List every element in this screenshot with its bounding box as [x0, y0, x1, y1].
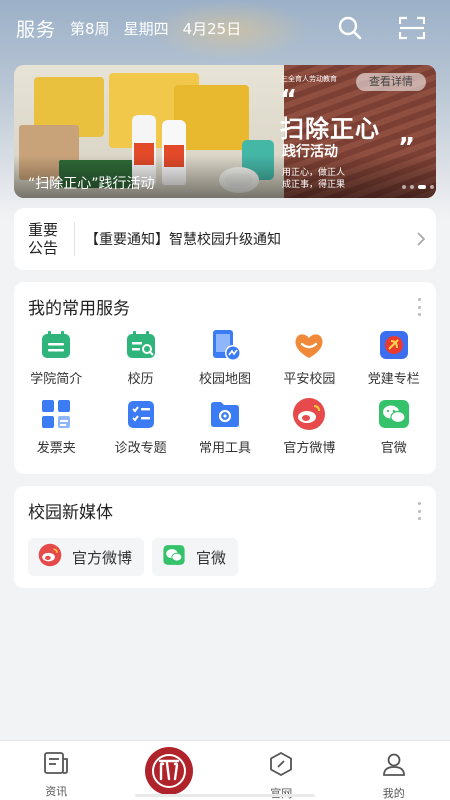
- page-title: 服务: [16, 18, 57, 41]
- announcement-tag: 重要 公告: [28, 221, 59, 257]
- services-grid: 学院简介 校历 校园地图 平安校园 党建专栏 发票夹 诊改专题 常用工具 官方微…: [14, 328, 436, 456]
- service-wechat[interactable]: 官微: [352, 397, 436, 456]
- week-label: 第8周: [70, 19, 110, 38]
- media-chip-weibo[interactable]: 官方微博: [28, 538, 145, 576]
- service-safe-campus[interactable]: 平安校园: [267, 328, 351, 387]
- carousel-dot[interactable]: [402, 185, 406, 189]
- banner-motto-2: 成正事，得正果: [282, 180, 346, 190]
- tab-home-logo[interactable]: [113, 741, 226, 800]
- school-logo-icon: [144, 747, 193, 795]
- service-campus-map[interactable]: 校园地图: [183, 328, 267, 387]
- service-diagnosis-topic[interactable]: 诊改专题: [98, 397, 182, 456]
- wechat-icon: [377, 397, 411, 431]
- weibo-icon: [38, 543, 62, 571]
- wechat-icon: [162, 543, 186, 571]
- tab-label: 我的: [382, 787, 405, 800]
- home-indicator: [135, 794, 315, 797]
- tab-website[interactable]: 官网: [225, 741, 338, 800]
- new-media-title: 校园新媒体: [28, 503, 113, 523]
- tab-news[interactable]: 资讯: [0, 741, 113, 800]
- date-label: 4月25日: [182, 19, 242, 38]
- media-chip-label: 官方微博: [72, 548, 133, 567]
- service-label: 诊改专题: [114, 441, 167, 456]
- banner-caption: “扫除正心”践行活动: [28, 176, 155, 192]
- banner-carousel[interactable]: 三全育人劳动教育 “ 扫除正心 践行活动 ” 用正心，做正人 成正事，得正果 查…: [14, 65, 436, 198]
- service-party-building[interactable]: 党建专栏: [352, 328, 436, 387]
- safe-campus-icon: [292, 328, 326, 362]
- profile-icon: [381, 751, 407, 781]
- service-tools[interactable]: 常用工具: [183, 397, 267, 456]
- services-title: 我的常用服务: [28, 299, 130, 319]
- party-building-icon: [377, 328, 411, 362]
- banner-org: 三全育人劳动教育: [281, 75, 337, 83]
- weekday-label: 星期四: [123, 19, 169, 38]
- new-media-card: 校园新媒体 官方微博 官微: [14, 486, 436, 588]
- banner-headline: 扫除正心: [280, 115, 380, 143]
- college-intro-icon: [39, 328, 73, 362]
- calendar-icon: [124, 328, 158, 362]
- scan-icon[interactable]: [398, 14, 426, 42]
- more-options-icon[interactable]: [416, 502, 422, 520]
- service-label: 校历: [127, 372, 154, 387]
- campus-map-icon: [208, 328, 242, 362]
- header: 服务 第8周 星期四 4月25日: [0, 0, 450, 56]
- carousel-dot[interactable]: [410, 185, 414, 189]
- media-chip-label: 官微: [196, 548, 227, 567]
- diagnosis-topic-icon: [124, 397, 158, 431]
- service-calendar[interactable]: 校历: [98, 328, 182, 387]
- banner-subline: 践行活动: [282, 144, 338, 160]
- service-label: 校园地图: [198, 372, 251, 387]
- service-weibo[interactable]: 官方微博: [267, 397, 351, 456]
- tab-label: 官网: [270, 785, 292, 800]
- carousel-dot[interactable]: [430, 185, 434, 189]
- announcement-bar[interactable]: 重要 公告 【重要通知】智慧校园升级通知: [14, 208, 436, 270]
- more-options-icon[interactable]: [416, 298, 422, 316]
- news-icon: [43, 751, 69, 779]
- service-college-intro[interactable]: 学院简介: [14, 328, 98, 387]
- search-icon[interactable]: [336, 14, 364, 42]
- tab-label: 资讯: [45, 785, 68, 798]
- carousel-dot-active[interactable]: [418, 185, 426, 189]
- website-icon: [268, 751, 294, 781]
- service-label: 官微: [380, 441, 407, 456]
- services-card: 我的常用服务 学院简介 校历 校园地图 平安校园 党建专栏 发票夹 诊改专题 常…: [14, 282, 436, 474]
- service-label: 平安校园: [283, 372, 336, 387]
- announcement-text[interactable]: 【重要通知】智慧校园升级通知: [85, 229, 406, 249]
- divider: [74, 222, 75, 256]
- tab-profile[interactable]: 我的: [338, 741, 450, 800]
- carousel-indicator: [402, 185, 434, 189]
- media-chip-wechat[interactable]: 官微: [152, 538, 239, 576]
- bottom-tab-bar: 资讯 官网 我的: [0, 740, 450, 800]
- service-label: 发票夹: [36, 441, 76, 456]
- new-media-list: 官方微博 官微: [28, 538, 239, 576]
- invoice-folder-icon: [39, 397, 73, 431]
- view-details-button[interactable]: 查看详情: [356, 73, 426, 91]
- weibo-icon: [292, 397, 326, 431]
- service-label: 学院简介: [30, 372, 83, 387]
- service-invoice-folder[interactable]: 发票夹: [14, 397, 98, 456]
- service-label: 党建专栏: [367, 372, 420, 387]
- chevron-right-icon[interactable]: [406, 231, 436, 247]
- service-label: 常用工具: [198, 441, 251, 456]
- banner-quote-close: ”: [398, 133, 416, 163]
- tools-folder-icon: [208, 397, 242, 431]
- service-label: 官方微博: [283, 441, 336, 456]
